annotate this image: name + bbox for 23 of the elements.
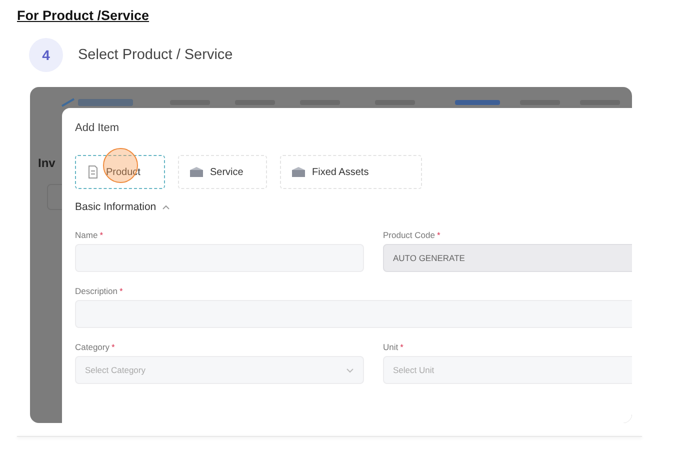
box-icon: [189, 166, 204, 178]
step-number: 4: [29, 38, 63, 72]
field-label: Category: [75, 342, 110, 352]
item-type-option[interactable]: Fixed Assets: [280, 155, 422, 189]
required-mark: *: [100, 230, 103, 240]
required-mark: *: [400, 342, 404, 352]
box-icon: [291, 166, 306, 178]
field-label: Unit: [383, 342, 398, 352]
step-title: Select Product / Service: [78, 47, 233, 63]
item-type-option[interactable]: Service: [178, 155, 267, 189]
required-mark: *: [120, 286, 123, 296]
document-icon: [86, 165, 100, 179]
required-mark: *: [112, 342, 115, 352]
section-title: Basic Information: [75, 201, 156, 213]
heading: For Product /Service: [17, 8, 150, 23]
chevron-icon[interactable]: [162, 204, 170, 210]
page-title: Inv: [38, 156, 56, 170]
field-label: Name: [75, 230, 98, 240]
required-mark: *: [436, 230, 440, 240]
chevron-down-icon: [346, 368, 354, 372]
field-label: Product Code: [383, 230, 435, 240]
field-label: Description: [75, 286, 118, 296]
dialog-title: Add Item: [75, 122, 120, 134]
